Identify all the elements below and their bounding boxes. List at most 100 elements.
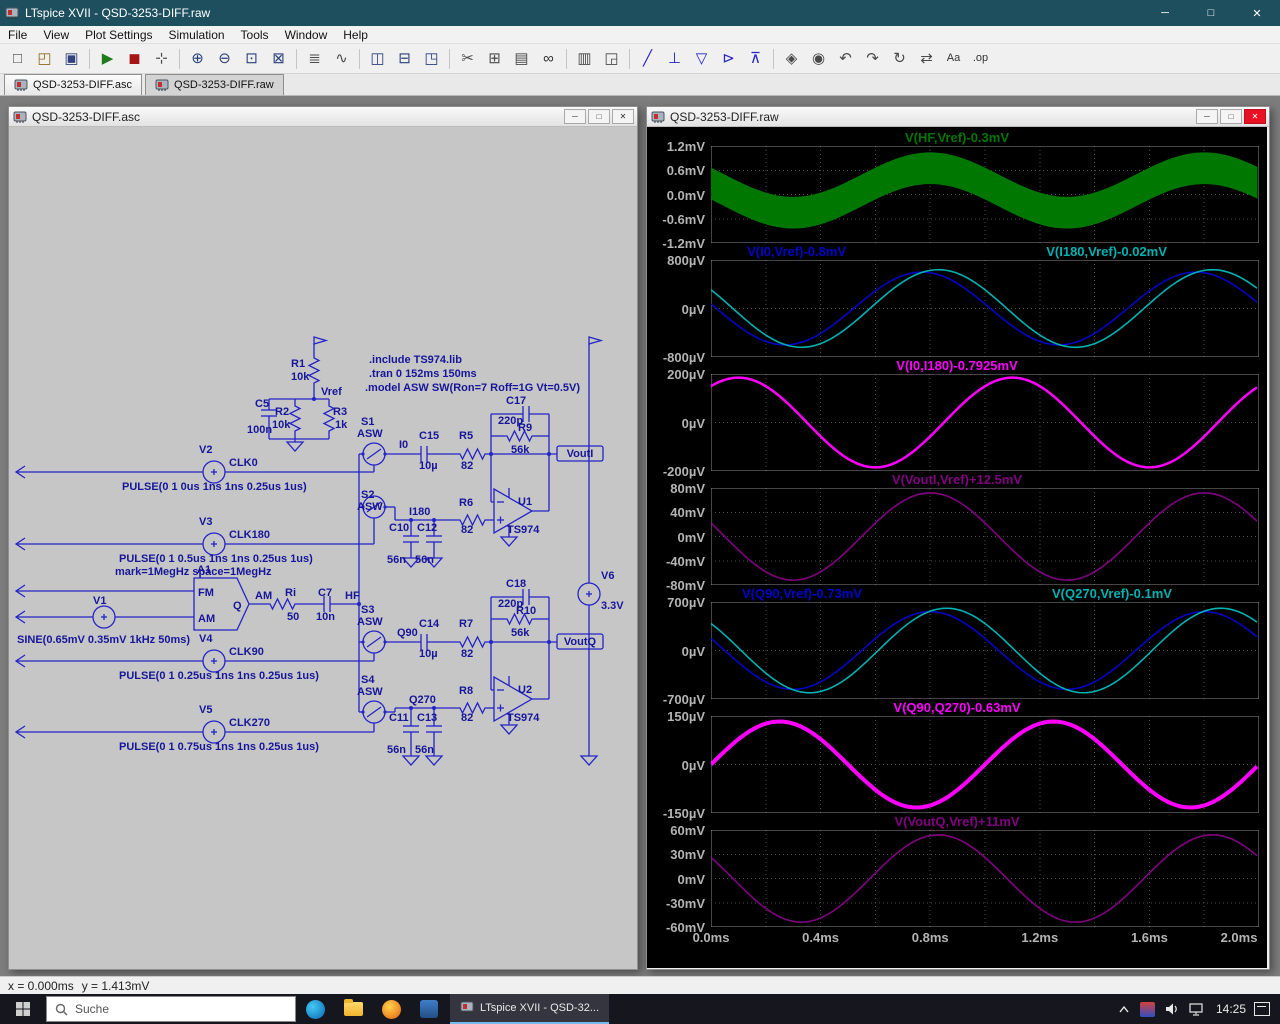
rotate-icon[interactable]: ↻ bbox=[887, 47, 912, 71]
plot-pane-1[interactable]: V(HF,Vref)-0.3mV1.2mV0.6mV0.0mV-0.6mV-1.… bbox=[647, 129, 1267, 243]
tray-app-icon[interactable] bbox=[1136, 994, 1160, 1024]
trace-title[interactable]: V(Q90,Vref)-0.73mV bbox=[742, 586, 862, 601]
schematic-text: R5 bbox=[459, 430, 473, 442]
taskbar-firefox-icon[interactable] bbox=[372, 994, 410, 1024]
mirror-icon[interactable]: ⇄ bbox=[914, 47, 939, 71]
child-close-button[interactable]: ✕ bbox=[612, 109, 634, 124]
print-preview-icon[interactable]: ◲ bbox=[599, 47, 624, 71]
spice-directive-icon[interactable]: .op bbox=[968, 47, 993, 71]
volume-icon[interactable] bbox=[1160, 994, 1184, 1024]
zoom-out-icon[interactable]: ⊖ bbox=[212, 47, 237, 71]
label-icon[interactable]: ▽ bbox=[689, 47, 714, 71]
menu-item-simulation[interactable]: Simulation bbox=[161, 26, 233, 44]
schematic-window-titlebar[interactable]: QSD-3253-DIFF.asc ─ □ ✕ bbox=[9, 107, 637, 127]
trace-title[interactable]: V(Q270,Vref)-0.1mV bbox=[1052, 586, 1172, 601]
print-icon[interactable]: ▥ bbox=[572, 47, 597, 71]
undo-icon[interactable]: ↶ bbox=[833, 47, 858, 71]
pan-icon[interactable]: ⊹ bbox=[149, 47, 174, 71]
diode-icon[interactable]: ⊳ bbox=[716, 47, 741, 71]
tile-horizontal-icon[interactable]: ⊟ bbox=[392, 47, 417, 71]
taskbar-clock[interactable]: 14:25 bbox=[1208, 1002, 1254, 1016]
menu-item-tools[interactable]: Tools bbox=[233, 26, 277, 44]
redo-icon[interactable]: ↷ bbox=[860, 47, 885, 71]
plot-pane-5[interactable]: V(Q90,Vref)-0.73mVV(Q270,Vref)-0.1mV700µ… bbox=[647, 585, 1267, 699]
menu-item-view[interactable]: View bbox=[35, 26, 77, 44]
plot-pane-2[interactable]: V(I0,Vref)-0.8mVV(I180,Vref)-0.02mV800µV… bbox=[647, 243, 1267, 357]
schematic-text: ASW bbox=[357, 686, 383, 698]
close-button[interactable]: ✕ bbox=[1234, 0, 1280, 26]
trace-title[interactable]: V(I180,Vref)-0.02mV bbox=[1046, 244, 1167, 259]
cut-icon[interactable]: ✂ bbox=[455, 47, 480, 71]
component-icon[interactable]: ⊼ bbox=[743, 47, 768, 71]
spice-netlist-icon[interactable]: ≣ bbox=[302, 47, 327, 71]
trace-title[interactable]: V(VoutI,Vref)+12.5mV bbox=[892, 472, 1022, 487]
trace-title[interactable]: V(I0,Vref)-0.8mV bbox=[747, 244, 846, 259]
taskbar-edge-icon[interactable] bbox=[296, 994, 334, 1024]
zoom-area-icon[interactable]: ⊡ bbox=[239, 47, 264, 71]
open-icon[interactable]: ◰ bbox=[32, 47, 57, 71]
tab-bar: QSD-3253-DIFF.ascQSD-3253-DIFF.raw bbox=[0, 74, 1280, 96]
trace-title[interactable]: V(I0,I180)-0.7925mV bbox=[896, 358, 1017, 373]
schematic-text: HF bbox=[345, 590, 360, 602]
tab-qsd-3253-diff.raw[interactable]: QSD-3253-DIFF.raw bbox=[145, 74, 284, 95]
menu-item-plot-settings[interactable]: Plot Settings bbox=[77, 26, 160, 44]
minimize-button[interactable]: ─ bbox=[1142, 0, 1188, 26]
ground-icon[interactable]: ⊥ bbox=[662, 47, 687, 71]
cascade-icon[interactable]: ◳ bbox=[419, 47, 444, 71]
visible-traces-icon[interactable]: ∿ bbox=[329, 47, 354, 71]
menu-item-help[interactable]: Help bbox=[335, 26, 376, 44]
save-icon[interactable]: ▣ bbox=[59, 47, 84, 71]
plot-grid-area: 60mV30mV0mV-30mV-60mV bbox=[647, 830, 1267, 927]
action-center-icon[interactable] bbox=[1254, 1002, 1270, 1016]
network-icon[interactable] bbox=[1184, 994, 1208, 1024]
schematic-text: S4 bbox=[361, 674, 375, 686]
y-axis-label: 40mV bbox=[647, 505, 705, 520]
text-icon[interactable]: Aa bbox=[941, 47, 966, 71]
plot-pane-6[interactable]: V(Q90,Q270)-0.63mV150µV0µV-150µV bbox=[647, 699, 1267, 813]
taskbar-app-icon[interactable] bbox=[410, 994, 448, 1024]
start-button[interactable] bbox=[0, 994, 46, 1024]
x-axis-label: 0.0ms bbox=[685, 930, 737, 945]
menu-item-window[interactable]: Window bbox=[277, 26, 336, 44]
trace-title[interactable]: V(HF,Vref)-0.3mV bbox=[905, 130, 1009, 145]
plot-pane-4[interactable]: V(VoutI,Vref)+12.5mV80mV40mV0mV-40mV-80m… bbox=[647, 471, 1267, 585]
run-icon[interactable]: ▶ bbox=[95, 47, 120, 71]
waveform-window-titlebar[interactable]: QSD-3253-DIFF.raw ─ □ ✕ bbox=[647, 107, 1269, 127]
schematic-text: C5 bbox=[255, 398, 269, 410]
child-minimize-button[interactable]: ─ bbox=[1196, 109, 1218, 124]
child-close-button[interactable]: ✕ bbox=[1244, 109, 1266, 124]
child-minimize-button[interactable]: ─ bbox=[564, 109, 586, 124]
halt-icon[interactable]: ◼ bbox=[122, 47, 147, 71]
waveform-area[interactable]: V(HF,Vref)-0.3mV1.2mV0.6mV0.0mV-0.6mV-1.… bbox=[647, 127, 1267, 968]
schematic-canvas[interactable]: .include TS974.lib.tran 0 152ms 150ms.mo… bbox=[9, 127, 637, 969]
trace-title[interactable]: V(Q90,Q270)-0.63mV bbox=[893, 700, 1020, 715]
plot-pane-7[interactable]: V(VoutQ,Vref)+11mV60mV30mV0mV-30mV-60mV bbox=[647, 813, 1267, 927]
trace-title[interactable]: V(VoutQ,Vref)+11mV bbox=[894, 814, 1019, 829]
new-schematic-icon[interactable]: □ bbox=[5, 47, 30, 71]
copy-icon[interactable]: ⊞ bbox=[482, 47, 507, 71]
schematic-text: FM bbox=[198, 587, 214, 599]
x-axis-label: 1.2ms bbox=[1014, 930, 1066, 945]
maximize-button[interactable]: □ bbox=[1188, 0, 1234, 26]
find-icon[interactable]: ∞ bbox=[536, 47, 561, 71]
plot-grid-area: 80mV40mV0mV-40mV-80mV bbox=[647, 488, 1267, 585]
search-input[interactable]: Suche bbox=[46, 996, 296, 1022]
ltspice-task-button[interactable]: LTspice XVII - QSD-32... bbox=[450, 994, 609, 1024]
child-restore-button[interactable]: □ bbox=[1220, 109, 1242, 124]
plot-pane-3[interactable]: V(I0,I180)-0.7925mV200µV0µV-200µV bbox=[647, 357, 1267, 471]
paste-icon[interactable]: ▤ bbox=[509, 47, 534, 71]
zoom-full-icon[interactable]: ⊠ bbox=[266, 47, 291, 71]
tile-vertical-icon[interactable]: ◫ bbox=[365, 47, 390, 71]
title-bar[interactable]: LTspice XVII - QSD-3253-DIFF.raw ─ □ ✕ bbox=[0, 0, 1280, 26]
tab-qsd-3253-diff.asc[interactable]: QSD-3253-DIFF.asc bbox=[4, 74, 142, 95]
child-restore-button[interactable]: □ bbox=[588, 109, 610, 124]
taskbar-file-explorer-icon[interactable] bbox=[334, 994, 372, 1024]
move-icon[interactable]: ◈ bbox=[779, 47, 804, 71]
toolbar-separator bbox=[566, 49, 567, 69]
drag-icon[interactable]: ◉ bbox=[806, 47, 831, 71]
trace-titles-row: V(HF,Vref)-0.3mV bbox=[647, 129, 1267, 146]
menu-item-file[interactable]: File bbox=[0, 26, 35, 44]
wire-icon[interactable]: ╱ bbox=[635, 47, 660, 71]
zoom-in-icon[interactable]: ⊕ bbox=[185, 47, 210, 71]
hidden-icons-chevron[interactable] bbox=[1112, 994, 1136, 1024]
